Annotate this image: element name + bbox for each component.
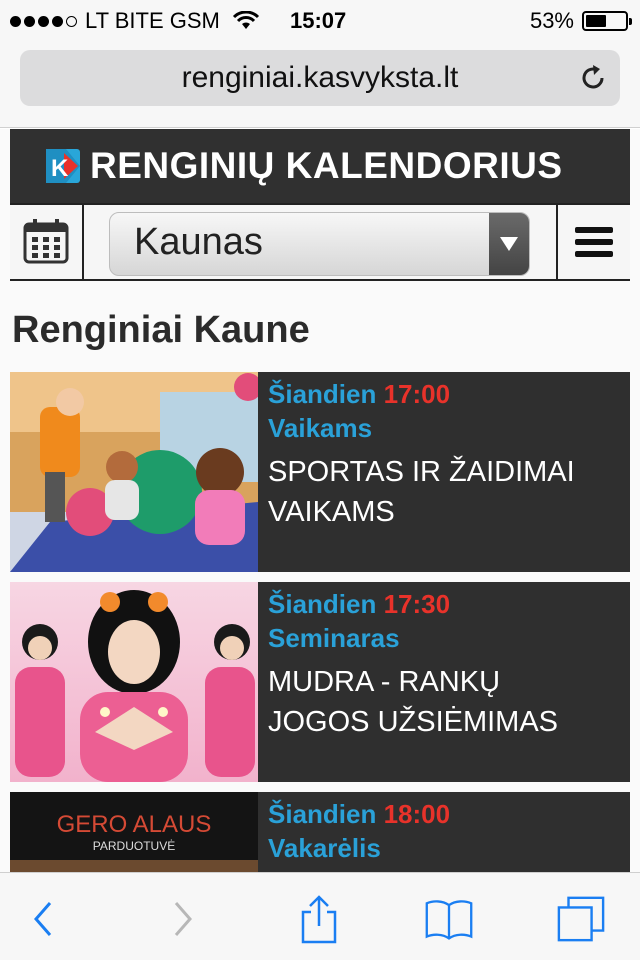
event-details: Šiandien 17:30 Seminaras MUDRA - RANKŲ J… — [268, 582, 622, 742]
status-bar: LT BITE GSM 15:07 53% — [0, 0, 640, 40]
event-title-line: SPORTAS IR ŽAIDIMAI — [268, 456, 575, 488]
site-logo[interactable]: K — [46, 149, 80, 183]
browser-toolbar — [0, 872, 640, 960]
web-page: K RENGINIŲ KALENDORIUS Kaunas Renginiai … — [0, 129, 640, 872]
tabs-icon[interactable] — [556, 895, 606, 943]
signal-strength-icon — [10, 15, 77, 27]
svg-text:GERO ALAUS: GERO ALAUS — [57, 811, 212, 838]
event-card[interactable]: Šiandien 17:00 Vaikams SPORTAS IR ŽAIDIM… — [10, 372, 630, 572]
event-day: Šiandien — [268, 799, 377, 829]
event-card[interactable]: GERO ALAUS PARDUOTUVĖ Šiandien 18:00 Vak… — [10, 792, 630, 872]
event-time: 18:00 — [383, 799, 451, 829]
browser-address-area: renginiai.kasvyksta.lt — [0, 40, 640, 128]
svg-text:PARDUOTUVĖ: PARDUOTUVĖ — [93, 839, 175, 853]
event-time: 17:30 — [383, 589, 451, 619]
wifi-icon — [232, 11, 259, 29]
event-category[interactable]: Seminaras — [268, 620, 622, 656]
hamburger-menu-icon[interactable] — [558, 205, 630, 279]
chevron-down-icon — [489, 213, 529, 275]
event-day: Šiandien — [268, 589, 377, 619]
address-bar[interactable]: renginiai.kasvyksta.lt — [20, 50, 620, 106]
city-selected-value: Kaunas — [134, 221, 263, 263]
event-category[interactable]: Vakarėlis — [268, 830, 622, 866]
event-datetime: Šiandien 17:30 — [268, 588, 622, 620]
reload-icon[interactable] — [578, 63, 608, 93]
site-toolbar: Kaunas — [10, 203, 630, 281]
event-category[interactable]: Vaikams — [268, 410, 622, 446]
event-image[interactable] — [10, 582, 258, 782]
back-icon[interactable] — [18, 895, 68, 943]
status-clock: 15:07 — [290, 8, 347, 33]
event-datetime: Šiandien 18:00 — [268, 798, 622, 830]
city-select[interactable]: Kaunas — [109, 212, 530, 276]
url-text: renginiai.kasvyksta.lt — [181, 61, 459, 94]
battery-percent: 53% — [529, 8, 574, 33]
event-title-line: MUDRA - RANKŲ — [268, 666, 501, 698]
forward-icon[interactable] — [158, 895, 208, 943]
event-image[interactable]: GERO ALAUS PARDUOTUVĖ — [10, 792, 258, 872]
event-day: Šiandien — [268, 379, 377, 409]
event-card[interactable]: Šiandien 17:30 Seminaras MUDRA - RANKŲ J… — [10, 582, 630, 782]
calendar-button[interactable] — [10, 205, 82, 279]
event-image[interactable] — [10, 372, 258, 572]
event-details: Šiandien 17:00 Vaikams SPORTAS IR ŽAIDIM… — [268, 372, 622, 532]
event-title-line: VAIKAMS — [268, 496, 395, 528]
page-title: Renginiai Kaune — [12, 309, 310, 351]
event-title[interactable]: SPORTAS IR ŽAIDIMAI VAIKAMS — [268, 452, 622, 532]
event-title[interactable]: MUDRA - RANKŲ JOGOS UŽSIĖMIMAS — [268, 662, 622, 742]
calendar-icon — [23, 219, 69, 264]
carrier-name: LT BITE GSM — [85, 8, 220, 33]
event-details: Šiandien 18:00 Vakarėlis — [268, 792, 622, 866]
event-time: 17:00 — [383, 379, 451, 409]
share-icon[interactable] — [294, 895, 344, 944]
site-title[interactable]: RENGINIŲ KALENDORIUS — [90, 145, 563, 187]
site-header: K RENGINIŲ KALENDORIUS — [10, 129, 630, 203]
event-title-line: JOGOS UŽSIĖMIMAS — [268, 706, 559, 738]
event-datetime: Šiandien 17:00 — [268, 378, 622, 410]
battery-icon — [582, 11, 632, 31]
bookmarks-icon[interactable] — [424, 895, 474, 943]
svg-text:K: K — [51, 155, 69, 182]
